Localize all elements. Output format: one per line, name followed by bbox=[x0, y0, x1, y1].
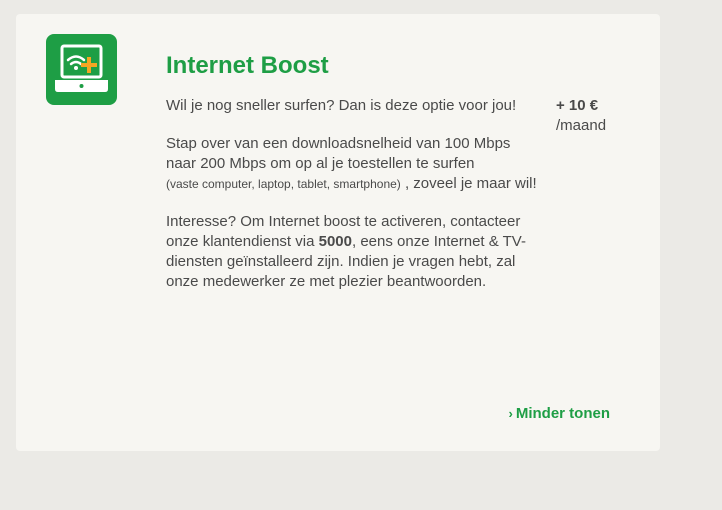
phone-number: 5000 bbox=[318, 233, 352, 250]
laptop-wifi-plus-icon bbox=[55, 44, 108, 92]
intro-text: Wil je nog sneller surfen? Dan is deze o… bbox=[166, 97, 517, 114]
devices-text: (vaste computer, laptop, tablet, smartph… bbox=[166, 177, 401, 191]
speed-paragraph: Stap over van een downloadsnelheid van 1… bbox=[166, 134, 541, 194]
show-less-link[interactable]: › Minder tonen bbox=[508, 405, 610, 422]
speed-text-end: , zoveel je maar wil! bbox=[404, 175, 537, 192]
option-title: Internet Boost bbox=[166, 52, 329, 79]
internet-boost-laptop-icon bbox=[46, 34, 117, 105]
chevron-right-icon: › bbox=[508, 406, 513, 421]
option-description: Wil je nog sneller surfen? Dan is deze o… bbox=[166, 96, 541, 310]
price-unit: /maand bbox=[556, 117, 607, 134]
show-less-label: Minder tonen bbox=[515, 405, 610, 422]
interest-paragraph: Interesse? Om Internet boost te activere… bbox=[166, 212, 541, 292]
price-block: + 10 € /maand bbox=[556, 96, 606, 136]
option-card: Internet Boost Wil je nog sneller surfen… bbox=[16, 14, 660, 451]
price-amount: + 10 € bbox=[556, 97, 599, 114]
speed-text: Stap over van een downloadsnelheid van 1… bbox=[166, 135, 511, 172]
